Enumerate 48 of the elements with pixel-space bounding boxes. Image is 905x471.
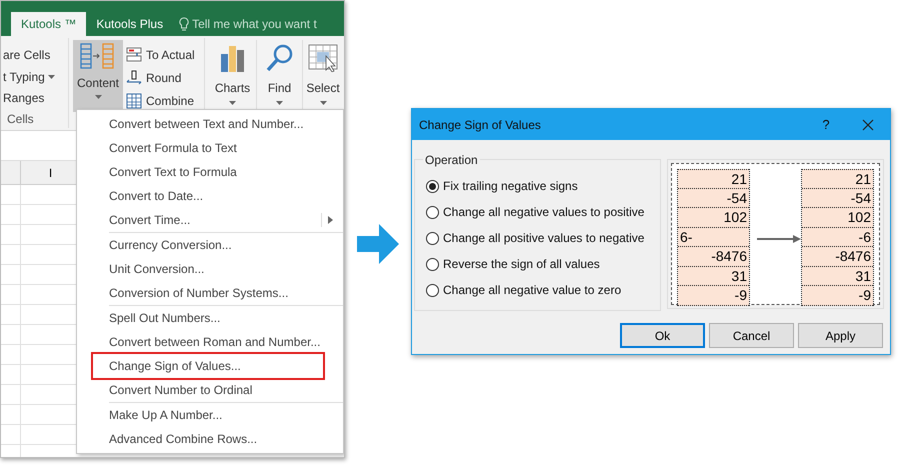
ribbon-command[interactable]: t Typing <box>3 66 68 88</box>
ribbon-command[interactable]: Ranges <box>3 87 68 110</box>
menu-item[interactable]: Currency Conversion... <box>109 233 343 257</box>
radio-option[interactable]: Change all negative values to positive <box>426 202 660 222</box>
preview-cell: -6 <box>802 228 873 247</box>
menu-item[interactable]: Convert between Text and Number... <box>109 112 343 136</box>
menu-item[interactable]: Convert Time... <box>109 208 343 232</box>
menu-item[interactable]: Convert to Date... <box>109 184 343 208</box>
menu-item[interactable]: Change Sign of Values... <box>93 354 323 378</box>
menu-item[interactable]: Spell Out Numbers... <box>109 306 343 330</box>
tell-me-search[interactable]: Tell me what you want t <box>192 15 317 33</box>
ribbon-small-button[interactable]: Round <box>126 66 204 89</box>
preview-cell: 102 <box>678 208 749 228</box>
preview-cell: -54 <box>802 188 873 208</box>
ribbon-group-label: Cells <box>7 111 35 128</box>
ribbon-tab[interactable]: Kutools Plus <box>86 12 174 36</box>
menu-item[interactable]: Make Up A Number... <box>109 403 343 427</box>
ribbon-small-button[interactable]: To Actual <box>126 43 204 66</box>
menu-item[interactable]: Advanced Combine Rows... <box>109 427 343 451</box>
preview-cell: -9 <box>678 286 749 306</box>
dialog-button[interactable]: Apply <box>798 323 883 348</box>
menu-item[interactable]: Conversion of Number Systems... <box>109 281 343 305</box>
preview-cell: 21 <box>802 169 873 188</box>
preview-cell: 102 <box>802 208 873 228</box>
preview-cell: 31 <box>802 266 873 286</box>
radio-option[interactable]: Reverse the sign of all values <box>426 254 660 274</box>
menu-item[interactable]: Convert between Roman and Number... <box>109 330 343 354</box>
menu-item[interactable]: Convert Number to Ordinal <box>109 378 343 402</box>
preview-cell: 31 <box>678 266 749 286</box>
preview-cell: -54 <box>678 188 749 208</box>
radio-option[interactable]: Change all positive values to negative <box>426 228 660 248</box>
preview-cell: 6- <box>678 228 749 247</box>
dialog-button[interactable]: Ok <box>620 323 705 348</box>
preview-cell: -8476 <box>678 247 749 266</box>
menu-item[interactable]: Unit Conversion... <box>109 257 343 281</box>
ribbon-tab[interactable]: Kutools ™ <box>11 12 86 36</box>
content-button[interactable]: Content <box>73 40 123 112</box>
dialog-button[interactable]: Cancel <box>709 323 794 348</box>
radio-option[interactable]: Change all negative value to zero <box>426 280 660 300</box>
preview-cell: -9 <box>802 286 873 306</box>
ribbon-command[interactable]: are Cells <box>3 44 68 66</box>
menu-item[interactable]: Convert Formula to Text <box>109 136 343 160</box>
preview-cell: -8476 <box>802 247 873 266</box>
menu-item[interactable]: Convert Text to Formula <box>109 160 343 184</box>
preview-cell: 21 <box>678 169 749 188</box>
help-button[interactable]: ? <box>806 109 846 140</box>
dialog-title: Change Sign of Values <box>419 116 542 134</box>
radio-option[interactable]: Fix trailing negative signs <box>426 176 660 196</box>
